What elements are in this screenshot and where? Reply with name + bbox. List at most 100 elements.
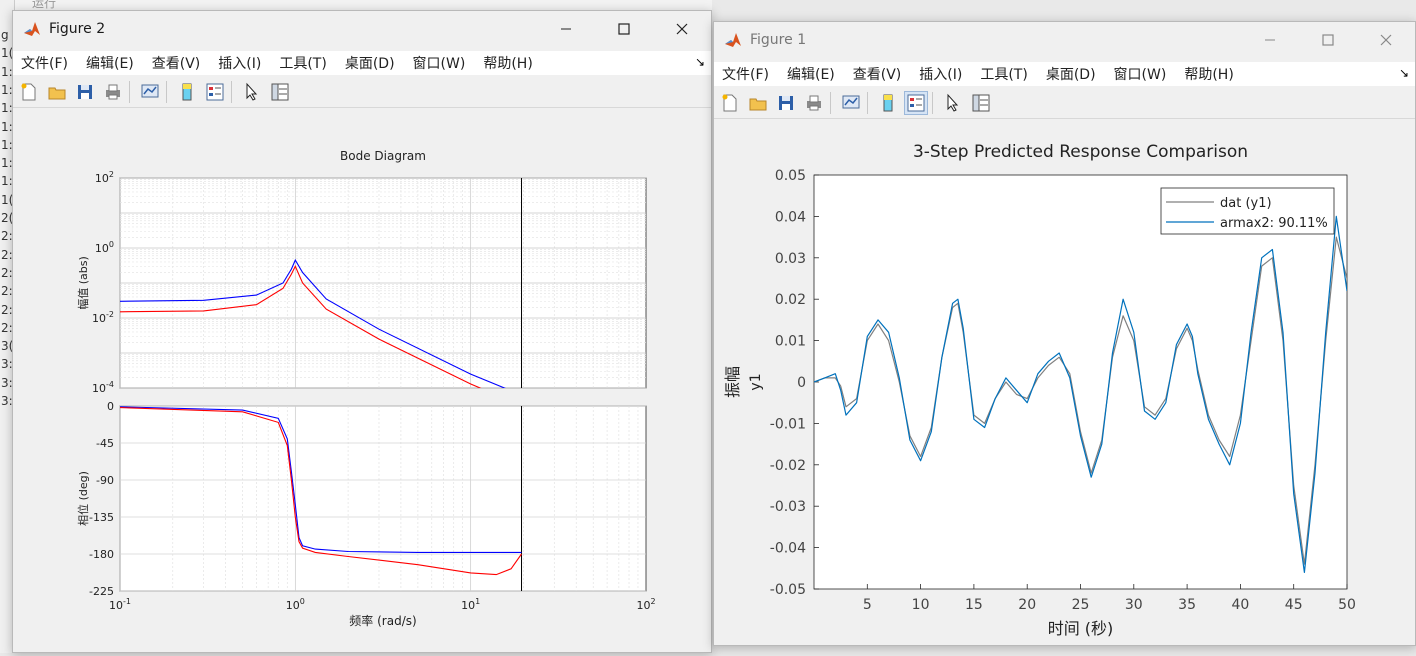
x-tick-label: 35 bbox=[1178, 597, 1196, 613]
y-tick-label: 10-4 bbox=[92, 380, 114, 395]
desktop-glyph: 3: bbox=[1, 357, 13, 372]
x-tick-label: 100 bbox=[286, 597, 305, 612]
y-tick-label: 0 bbox=[797, 375, 806, 391]
y-tick-label: -135 bbox=[89, 511, 114, 524]
figure2-window[interactable]: Figure 2 文件(F) 编辑(E) 查看(V) 插入(I) 工具(T) 桌面(D) 窗… bbox=[12, 10, 712, 653]
toolbar-separator bbox=[166, 81, 167, 103]
menu-item[interactable]: 插入(I) bbox=[919, 64, 962, 84]
maximize-button[interactable] bbox=[595, 11, 653, 47]
dock-arrow-icon[interactable]: ↘ bbox=[695, 55, 705, 69]
property-inspector-icon bbox=[972, 94, 990, 112]
y-tick-label: 100 bbox=[95, 240, 114, 255]
menu-item[interactable]: 桌面(D) bbox=[345, 53, 395, 73]
menu-item[interactable]: 帮助(H) bbox=[1184, 64, 1233, 84]
menu-item[interactable]: 工具(T) bbox=[279, 53, 326, 73]
desktop-glyph: 1: bbox=[1, 137, 13, 152]
legend-button[interactable] bbox=[904, 91, 928, 115]
link-plot-icon bbox=[141, 84, 159, 98]
menu-item[interactable]: 桌面(D) bbox=[1046, 64, 1096, 84]
pointer-button[interactable] bbox=[941, 91, 965, 115]
figure2-toolbar bbox=[13, 77, 711, 108]
toolbar-separator bbox=[867, 92, 868, 114]
print-button[interactable] bbox=[802, 91, 826, 115]
pointer-icon bbox=[246, 82, 258, 101]
menu-item[interactable]: 文件(F) bbox=[21, 53, 68, 73]
close-button[interactable] bbox=[1357, 22, 1415, 58]
desktop-glyph: 1: bbox=[1, 82, 13, 97]
x-axis-label: 频率 (rad/s) bbox=[349, 613, 416, 628]
y-tick-label: -90 bbox=[96, 474, 114, 487]
desktop-glyph: 1: bbox=[1, 156, 13, 171]
minimize-button[interactable] bbox=[537, 11, 595, 47]
menu-item[interactable]: 帮助(H) bbox=[483, 53, 532, 73]
menu-item[interactable]: 工具(T) bbox=[980, 64, 1027, 84]
bode-diagram[interactable]: Bode Diagram 0 -45 -90 -135 -180 -225 102 100 10-… bbox=[13, 108, 711, 652]
maximize-button[interactable] bbox=[1299, 22, 1357, 58]
save-button[interactable] bbox=[73, 80, 97, 104]
legend-button[interactable] bbox=[203, 80, 227, 104]
y-axis-sublabel: y1 bbox=[748, 373, 764, 390]
menu-item[interactable]: 查看(V) bbox=[152, 53, 201, 73]
comparison-axes bbox=[813, 174, 1348, 590]
minimize-icon bbox=[561, 28, 571, 30]
x-tick-label: 102 bbox=[636, 597, 655, 612]
menu-item[interactable]: 窗口(W) bbox=[1114, 64, 1167, 84]
close-button[interactable] bbox=[653, 11, 711, 47]
y-tick-label: 0.05 bbox=[775, 168, 806, 184]
comparison-plot[interactable]: 3-Step Predicted Response Comparison 0.05… bbox=[714, 119, 1415, 645]
new-figure-button[interactable] bbox=[718, 91, 742, 115]
print-button[interactable] bbox=[101, 80, 125, 104]
save-icon bbox=[779, 96, 793, 110]
figure2-plot-area: Bode Diagram 0 -45 -90 -135 -180 -225 102 100 10-… bbox=[13, 108, 711, 652]
y-tick-label: -225 bbox=[89, 585, 114, 598]
y-tick-label: -0.05 bbox=[770, 582, 806, 598]
legend-label: armax2: 90.11% bbox=[1220, 216, 1328, 231]
y-tick-label: 0.04 bbox=[775, 209, 806, 225]
figure2-menubar: 文件(F) 编辑(E) 查看(V) 插入(I) 工具(T) 桌面(D) 窗口(W) 帮助(H)… bbox=[13, 51, 711, 75]
colorbar-button[interactable] bbox=[876, 91, 900, 115]
link-plot-button[interactable] bbox=[839, 91, 863, 115]
chart-title: Bode Diagram bbox=[340, 149, 426, 163]
legend-label: dat (y1) bbox=[1220, 196, 1272, 211]
property-inspector-button[interactable] bbox=[268, 80, 292, 104]
y-tick-label: 0.02 bbox=[775, 292, 806, 308]
open-file-icon bbox=[749, 98, 767, 111]
desktop-glyph: 2: bbox=[1, 265, 13, 280]
desktop-glyph: 2: bbox=[1, 320, 13, 335]
menu-item[interactable]: 文件(F) bbox=[722, 64, 769, 84]
figure1-window[interactable]: Figure 1 文件(F) 编辑(E) 查看(V) 插入(I) 工具(T) 桌面(D) 窗… bbox=[713, 21, 1416, 646]
matlab-icon bbox=[24, 22, 40, 36]
colorbar-button[interactable] bbox=[175, 80, 199, 104]
desktop-glyph: 2: bbox=[1, 229, 13, 244]
menu-item[interactable]: 编辑(E) bbox=[86, 53, 134, 73]
open-file-button[interactable] bbox=[45, 80, 69, 104]
link-plot-button[interactable] bbox=[138, 80, 162, 104]
desktop-glyph: 1: bbox=[1, 64, 13, 79]
dock-arrow-icon[interactable]: ↘ bbox=[1399, 66, 1409, 80]
x-axis-label: 时间 (秒) bbox=[1048, 619, 1114, 638]
y-tick-label: 102 bbox=[95, 170, 114, 185]
property-inspector-button[interactable] bbox=[969, 91, 993, 115]
pointer-button[interactable] bbox=[240, 80, 264, 104]
y-tick-label: -180 bbox=[89, 548, 114, 561]
x-tick-label: 45 bbox=[1285, 597, 1303, 613]
legend-icon bbox=[907, 94, 925, 112]
menu-item[interactable]: 窗口(W) bbox=[413, 53, 466, 73]
chart-title: 3-Step Predicted Response Comparison bbox=[913, 142, 1248, 162]
menu-item[interactable]: 查看(V) bbox=[853, 64, 902, 84]
y-tick-label: -0.01 bbox=[770, 416, 806, 432]
x-tick-label: 40 bbox=[1231, 597, 1249, 613]
menu-item[interactable]: 插入(I) bbox=[218, 53, 261, 73]
menu-item[interactable]: 编辑(E) bbox=[787, 64, 835, 84]
y-tick-label: -0.02 bbox=[770, 458, 806, 474]
open-file-button[interactable] bbox=[746, 91, 770, 115]
x-tick-label: 20 bbox=[1018, 597, 1036, 613]
new-figure-button[interactable] bbox=[17, 80, 41, 104]
save-button[interactable] bbox=[774, 91, 798, 115]
print-icon bbox=[106, 84, 120, 100]
minimize-button[interactable] bbox=[1241, 22, 1299, 58]
desktop-glyph: 1: bbox=[1, 119, 13, 134]
desktop-glyph: g bbox=[1, 28, 9, 42]
desktop-glyph: 1: bbox=[1, 174, 13, 189]
y-tick-label: 0.01 bbox=[775, 334, 806, 350]
